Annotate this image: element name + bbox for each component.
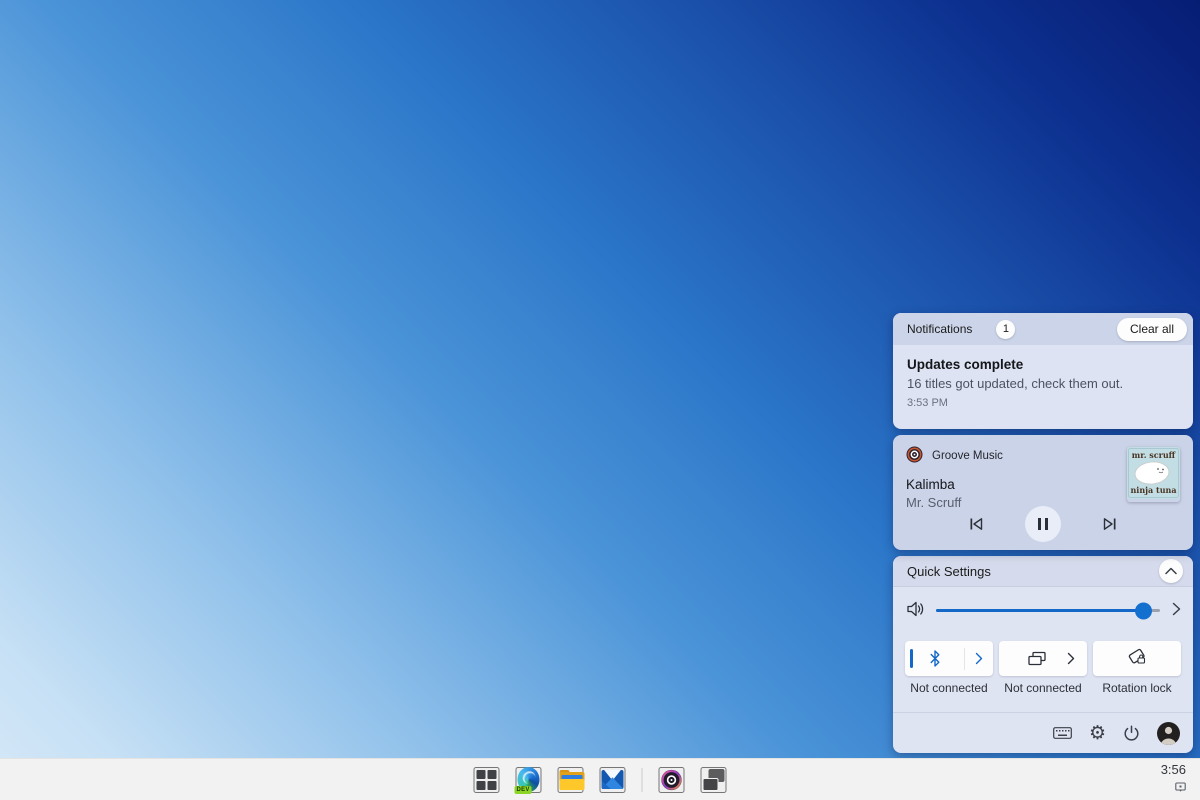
media-card: Groove Music Kalimba Mr. Scruff mr. scru… bbox=[893, 435, 1193, 550]
notifications-header: Notifications 1 Clear all bbox=[893, 313, 1193, 345]
quick-settings-footer: ⚙ bbox=[893, 712, 1193, 753]
quick-settings-card: Quick Settings Not connected Not connect… bbox=[893, 556, 1193, 753]
task-view-button[interactable] bbox=[700, 766, 727, 793]
volume-expand-chevron-icon[interactable] bbox=[1172, 602, 1181, 619]
tray-status-icon[interactable] bbox=[1175, 779, 1186, 797]
speaker-icon bbox=[906, 601, 926, 620]
clear-all-button[interactable]: Clear all bbox=[1116, 317, 1187, 341]
connect-tile-label: Not connected bbox=[1004, 681, 1082, 695]
connect-icon bbox=[1027, 651, 1047, 667]
volume-slider-thumb[interactable] bbox=[1135, 602, 1153, 619]
edge-dev-badge: DEV bbox=[514, 785, 532, 794]
bluetooth-active-indicator bbox=[910, 649, 913, 668]
notification-message: 16 titles got updated, check them out. bbox=[907, 376, 1124, 391]
volume-row bbox=[893, 587, 1193, 634]
file-explorer-icon bbox=[559, 769, 585, 790]
taskbar-icons: DEV bbox=[473, 759, 727, 800]
notifications-card: Notifications 1 Clear all Updates comple… bbox=[893, 313, 1193, 429]
bluetooth-icon bbox=[905, 650, 964, 667]
rotation-lock-tile-label: Rotation lock bbox=[1102, 681, 1172, 695]
task-view-icon bbox=[702, 768, 725, 791]
collapse-button[interactable] bbox=[1159, 559, 1183, 583]
mail-button[interactable] bbox=[599, 766, 626, 793]
quick-settings-tiles bbox=[893, 634, 1193, 676]
volume-slider-fill bbox=[936, 602, 1153, 619]
file-explorer-button[interactable] bbox=[557, 766, 585, 793]
volume-slider[interactable] bbox=[936, 602, 1160, 619]
quick-settings-header: Quick Settings bbox=[893, 556, 1193, 587]
keyboard-icon bbox=[1053, 727, 1072, 739]
action-center-panel: Notifications 1 Clear all Updates comple… bbox=[893, 313, 1193, 753]
power-button[interactable] bbox=[1123, 724, 1140, 742]
quick-settings-title: Quick Settings bbox=[907, 563, 991, 579]
groove-music-button[interactable] bbox=[658, 766, 685, 793]
notification-time: 3:53 PM bbox=[907, 397, 948, 409]
clock-area[interactable]: 3:56 bbox=[1161, 762, 1186, 797]
rotation-lock-tile[interactable] bbox=[1093, 641, 1181, 676]
previous-icon bbox=[970, 518, 983, 530]
notification-title: Updates complete bbox=[907, 357, 1024, 372]
taskbar-clock[interactable]: 3:56 bbox=[1161, 762, 1186, 777]
edge-dev-button[interactable]: DEV bbox=[514, 766, 542, 794]
album-art-top-text: mr. scruff bbox=[1132, 450, 1176, 460]
notifications-count-badge: 1 bbox=[996, 319, 1016, 339]
mail-icon bbox=[601, 770, 624, 789]
next-icon bbox=[1103, 518, 1116, 530]
bluetooth-tile-label: Not connected bbox=[910, 681, 988, 695]
avatar-icon bbox=[1157, 721, 1180, 745]
touch-keyboard-button[interactable] bbox=[1053, 727, 1072, 739]
album-art: mr. scruff ninja tuna bbox=[1127, 447, 1180, 502]
settings-button[interactable]: ⚙ bbox=[1088, 721, 1106, 744]
bluetooth-expand-chevron-icon[interactable] bbox=[965, 652, 993, 665]
windows-logo-icon bbox=[476, 769, 497, 790]
media-app-name: Groove Music bbox=[932, 450, 1003, 462]
chevron-up-icon bbox=[1165, 567, 1177, 575]
tile-labels: Not connected Not connected Rotation loc… bbox=[893, 676, 1193, 695]
groove-music-icon bbox=[906, 446, 923, 466]
desktop: { "colors": { "accent": "#1368c8", "wall… bbox=[0, 0, 1200, 800]
album-art-bottom-text: ninja tuna bbox=[1130, 485, 1176, 495]
connect-expand-chevron-icon[interactable] bbox=[1067, 652, 1075, 665]
user-avatar[interactable] bbox=[1157, 721, 1180, 745]
notification-item[interactable]: Updates complete 16 titles got updated, … bbox=[893, 345, 1193, 409]
groove-music-taskbar-icon bbox=[661, 769, 682, 790]
taskbar: DEV 3:56 bbox=[0, 758, 1200, 800]
pause-button[interactable] bbox=[1025, 506, 1061, 542]
taskbar-separator bbox=[641, 767, 643, 792]
start-button[interactable] bbox=[473, 766, 500, 793]
connect-tile[interactable] bbox=[999, 641, 1087, 676]
notifications-title: Notifications bbox=[907, 322, 973, 336]
power-icon bbox=[1124, 724, 1139, 741]
media-controls bbox=[893, 506, 1193, 542]
bluetooth-tile[interactable] bbox=[905, 641, 993, 676]
previous-track-button[interactable] bbox=[968, 517, 984, 531]
gear-icon: ⚙ bbox=[1088, 721, 1106, 744]
next-track-button[interactable] bbox=[1102, 517, 1118, 531]
rotation-lock-icon bbox=[1127, 648, 1147, 669]
pause-icon bbox=[1038, 518, 1041, 530]
